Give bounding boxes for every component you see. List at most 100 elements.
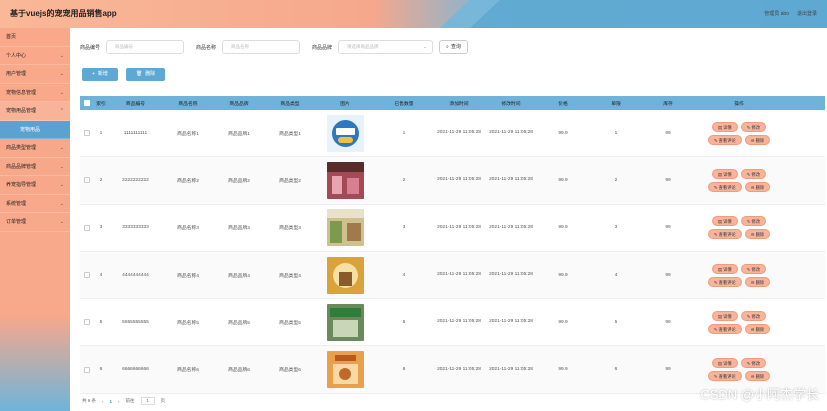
bulk-delete-button[interactable]: 🗑 删除 bbox=[125, 68, 166, 81]
edit-label: 修改 bbox=[751, 219, 761, 225]
detail-button[interactable]: ▤ 详情 bbox=[711, 263, 738, 274]
detail-button[interactable]: ▤ 详情 bbox=[711, 121, 738, 132]
product-thumbnail[interactable] bbox=[326, 209, 364, 247]
delete-button[interactable]: ⊖ 删除 bbox=[744, 229, 771, 240]
detail-label: 详情 bbox=[723, 266, 732, 272]
product-brand-select[interactable]: 请选择商品品牌 ⌄ bbox=[338, 40, 434, 54]
edit-button[interactable]: ✎ 修改 bbox=[740, 263, 767, 274]
view-reviews-button[interactable]: ✎ 查看评论 bbox=[707, 229, 742, 240]
reviews-label: 查看评论 bbox=[718, 184, 736, 190]
edit-button[interactable]: ✎ 修改 bbox=[740, 310, 767, 321]
sidebar-item-system[interactable]: 系统管理 ⌄ bbox=[0, 195, 70, 213]
sidebar-subitem-pet-supplies[interactable]: 宠物用品 bbox=[0, 120, 70, 139]
product-thumbnail[interactable] bbox=[326, 256, 364, 294]
product-thumbnail[interactable] bbox=[326, 114, 364, 152]
view-reviews-button[interactable]: ✎ 查看评论 bbox=[707, 371, 742, 382]
chevron-down-icon: ⌄ bbox=[423, 44, 428, 49]
edit-button[interactable]: ✎ 修改 bbox=[740, 121, 767, 132]
col-header-added: 添加时间 bbox=[449, 101, 469, 107]
sidebar-item-orders[interactable]: 订单管理 ⌄ bbox=[0, 213, 70, 232]
delete-button[interactable]: ⊖ 删除 bbox=[744, 371, 771, 382]
delete-button[interactable]: ⊖ 删除 bbox=[744, 276, 771, 287]
cell-brand: 商品品牌6 bbox=[228, 368, 250, 374]
sidebar-item-pet-info[interactable]: 宠物信息管理 ⌄ bbox=[0, 84, 70, 102]
pagination: 共 6 条 ‹ 1 › 前往 1 页 bbox=[82, 397, 165, 405]
row-checkbox[interactable] bbox=[80, 272, 94, 279]
sidebar-item-label: 宠物信息管理 bbox=[6, 89, 37, 96]
edit-button[interactable]: ✎ 修改 bbox=[740, 358, 767, 369]
cell-brand: 商品品牌3 bbox=[228, 226, 250, 232]
view-reviews-button[interactable]: ✎ 查看评论 bbox=[707, 181, 742, 192]
delete-label: 删除 bbox=[755, 137, 765, 143]
row-checkbox[interactable] bbox=[80, 177, 94, 184]
goto-page-input[interactable]: 1 bbox=[140, 397, 155, 405]
delete-label: 删除 bbox=[755, 232, 765, 238]
sidebar-item-home[interactable]: 首页 bbox=[0, 28, 70, 47]
cell-index: 3 bbox=[99, 225, 103, 231]
detail-button[interactable]: ▤ 详情 bbox=[711, 310, 738, 321]
current-user: 管理员 abo bbox=[764, 11, 789, 17]
col-header-number: 商品编号 bbox=[125, 101, 146, 107]
delete-button[interactable]: ⊖ 删除 bbox=[744, 134, 771, 145]
delete-button[interactable]: ⊖ 删除 bbox=[744, 323, 771, 334]
cell-limit: 1 bbox=[614, 130, 618, 136]
page-unit-label: 页 bbox=[160, 398, 166, 403]
select-all-checkbox[interactable] bbox=[80, 100, 94, 106]
row-checkbox[interactable] bbox=[80, 366, 94, 373]
cell-price: 99.9 bbox=[558, 319, 568, 325]
logout-link[interactable]: 退出登录 bbox=[797, 10, 817, 17]
next-page-button[interactable]: › bbox=[118, 399, 120, 404]
action-bar: + 新增 🗑 删除 bbox=[82, 68, 166, 81]
row-checkbox[interactable] bbox=[80, 319, 94, 326]
cell-limit: 3 bbox=[614, 225, 618, 231]
edit-button[interactable]: ✎ 修改 bbox=[740, 168, 767, 179]
header-decoration bbox=[410, 0, 827, 28]
detail-label: 详情 bbox=[723, 361, 732, 367]
col-header-type: 商品类型 bbox=[280, 101, 300, 107]
product-thumbnail[interactable] bbox=[326, 161, 364, 199]
view-reviews-button[interactable]: ✎ 查看评论 bbox=[707, 323, 742, 334]
view-reviews-button[interactable]: ✎ 查看评论 bbox=[707, 276, 742, 287]
detail-button[interactable]: ▤ 详情 bbox=[711, 358, 738, 369]
prev-page-button[interactable]: ‹ bbox=[102, 399, 104, 404]
sidebar-item-label: 商品类型管理 bbox=[6, 145, 37, 151]
cell-sold: 4 bbox=[402, 272, 406, 278]
view-reviews-button[interactable]: ✎ 查看评论 bbox=[707, 134, 742, 145]
delete-button[interactable]: ⊖ 删除 bbox=[744, 181, 771, 192]
sidebar-item-profile[interactable]: 个人中心 ⌄ bbox=[0, 47, 70, 65]
sidebar-item-pet-guide[interactable]: 养宠指导管理 ⌄ bbox=[0, 176, 70, 195]
cell-image bbox=[315, 161, 375, 199]
chevron-down-icon: ⌄ bbox=[59, 163, 64, 170]
row-checkbox[interactable] bbox=[80, 130, 94, 137]
detail-button[interactable]: ▤ 详情 bbox=[711, 216, 738, 227]
delete-label: 删除 bbox=[755, 374, 765, 380]
reviews-label: 查看评论 bbox=[718, 137, 736, 143]
product-name-input[interactable]: 商品名称 bbox=[222, 40, 301, 54]
cell-actions: ▤ 详情 ✎ 修改 ✎ 查看评论 ⊖ 删除 bbox=[693, 358, 785, 382]
chevron-up-icon: ⌃ bbox=[59, 108, 64, 114]
cell-actions: ▤ 详情 ✎ 修改 ✎ 查看评论 ⊖ 删除 bbox=[693, 310, 785, 334]
search-bar: 商品编号 商品编号 商品名称 商品名称 商品品牌 请选择商品品牌 ⌄ ⌕ 查询 bbox=[80, 40, 468, 54]
sidebar-item-product-types[interactable]: 商品类型管理 ⌄ bbox=[0, 139, 70, 158]
table-row: 2 2222222222 商品名称2 商品品牌2 商品类型2 2 2021-11… bbox=[80, 157, 825, 205]
product-thumbnail[interactable] bbox=[326, 303, 364, 341]
delete-button-label: 删除 bbox=[145, 71, 156, 77]
sidebar-item-pet-supplies[interactable]: 宠物用品管理 ⌃ bbox=[0, 102, 70, 121]
delete-label: 删除 bbox=[755, 326, 765, 332]
col-header-price: 价格 bbox=[558, 101, 568, 107]
sidebar-item-users[interactable]: 用户管理 ⌄ bbox=[0, 65, 70, 84]
detail-button[interactable]: ▤ 详情 bbox=[711, 168, 738, 179]
product-number-input[interactable]: 商品编号 bbox=[106, 40, 185, 54]
cell-price: 99.9 bbox=[558, 130, 568, 136]
page-1-button[interactable]: 1 bbox=[110, 399, 113, 404]
add-button[interactable]: + 新增 bbox=[82, 68, 118, 81]
edit-button[interactable]: ✎ 修改 bbox=[740, 216, 767, 227]
product-thumbnail[interactable] bbox=[326, 351, 364, 389]
cell-type: 商品类型1 bbox=[279, 131, 301, 137]
sidebar-item-label: 用户管理 bbox=[6, 71, 27, 77]
delete-label: 删除 bbox=[755, 184, 765, 190]
row-checkbox[interactable] bbox=[80, 224, 94, 231]
query-button[interactable]: ⌕ 查询 bbox=[439, 40, 468, 54]
sidebar-item-product-brands[interactable]: 商品品牌管理 ⌄ bbox=[0, 158, 70, 176]
product-number-label: 商品编号 bbox=[80, 44, 101, 51]
